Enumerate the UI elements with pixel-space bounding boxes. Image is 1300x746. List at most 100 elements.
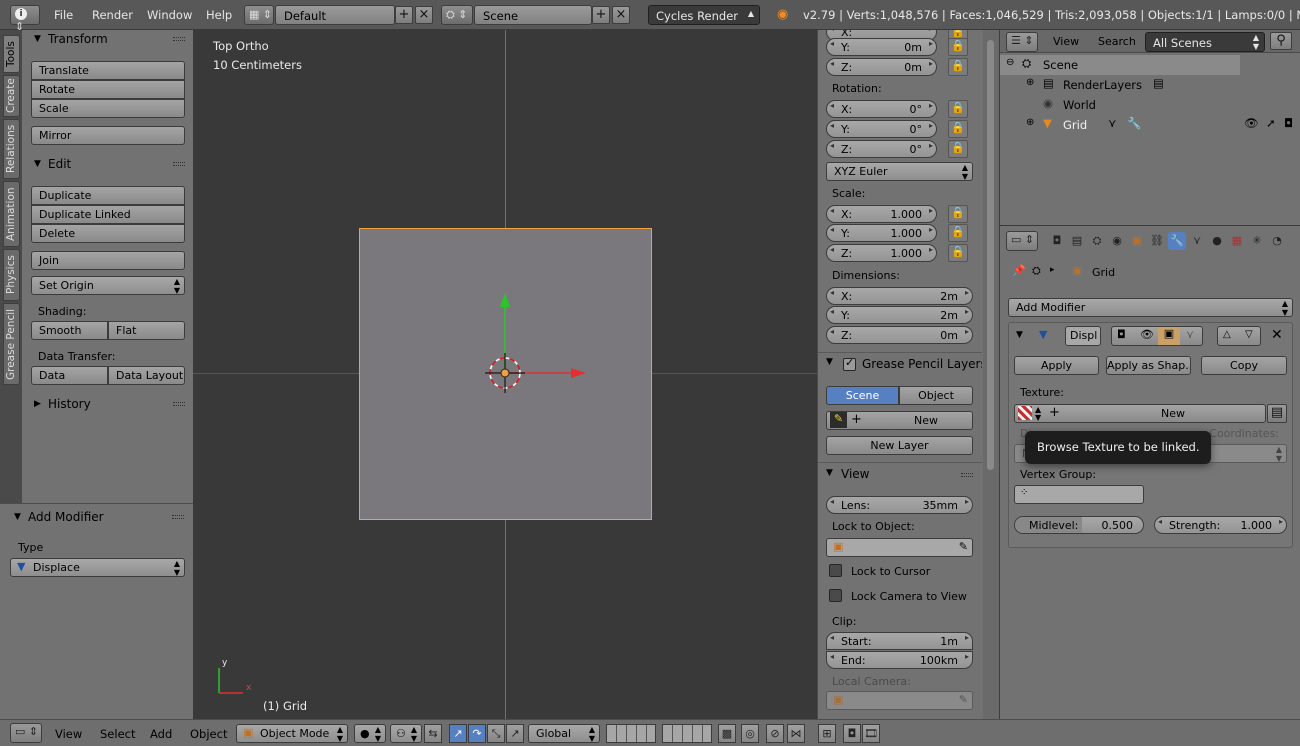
- remove-modifier-icon[interactable]: ✕: [1271, 327, 1283, 343]
- outliner-view-menu[interactable]: View: [1053, 35, 1079, 48]
- rotation-mode-dropdown[interactable]: XYZ Euler ▲ ▼: [826, 162, 973, 181]
- texture-tab-icon[interactable]: ▦: [1228, 232, 1246, 250]
- grease-pencil-checkbox[interactable]: ✓: [843, 356, 856, 371]
- outliner-row-renderlayers[interactable]: ⊕ ▤ RenderLayers ▤: [1000, 75, 1300, 95]
- mirror-button[interactable]: Mirror: [31, 126, 185, 145]
- properties-editor-type-button[interactable]: ▭ ⇕: [1006, 231, 1038, 251]
- render-tab-icon[interactable]: ◘: [1048, 232, 1066, 250]
- lock-object-field[interactable]: ▣ ✎: [826, 538, 973, 557]
- dimension-y-field[interactable]: ◂ Y: 2m ▸: [826, 306, 973, 324]
- tab-relations[interactable]: Relations: [3, 119, 20, 179]
- lock-scale-y-icon[interactable]: 🔒: [948, 224, 968, 242]
- realtime-eye-icon[interactable]: 👁: [1140, 328, 1154, 341]
- data-layout-button[interactable]: Data Layout: [108, 366, 185, 385]
- apply-as-shape-button[interactable]: Apply as Shap...: [1106, 356, 1191, 375]
- grease-pencil-scene-toggle[interactable]: Scene: [826, 386, 899, 405]
- outliner-row-world[interactable]: ◉ World: [1000, 95, 1300, 115]
- drag-grip-icon[interactable]: [173, 402, 185, 406]
- clip-start-field[interactable]: ◂ Start: 1m ▸: [826, 632, 973, 650]
- add-layout-icon[interactable]: +: [395, 6, 413, 24]
- object-tab-icon[interactable]: ▣: [1128, 232, 1146, 250]
- snap-target-icon[interactable]: ⊞: [818, 724, 836, 743]
- 3d-viewport[interactable]: Top Ortho 10 Centimeters y x (1) Grid: [193, 30, 817, 719]
- delete-button[interactable]: Delete: [31, 224, 185, 243]
- add-menu[interactable]: Add: [150, 727, 172, 741]
- editor-type-info-button[interactable]: i ⇕: [10, 5, 40, 33]
- proportional-editing-icon[interactable]: ◎: [741, 724, 759, 743]
- texture-selector[interactable]: ▲ ▼ + New: [1014, 404, 1266, 423]
- location-y-field[interactable]: ◂ Y: 0m ▸: [826, 38, 937, 56]
- shade-flat-button[interactable]: Flat: [108, 321, 185, 340]
- properties-region-scrollbar[interactable]: [983, 30, 999, 719]
- shade-smooth-button[interactable]: Smooth: [31, 321, 108, 340]
- select-menu[interactable]: Select: [100, 727, 135, 741]
- texture-browse-icon[interactable]: ▤: [1267, 404, 1287, 423]
- rotation-x-field[interactable]: ◂ X: 0° ▸: [826, 100, 937, 118]
- tab-tools[interactable]: Tools: [3, 35, 20, 73]
- scene-tab-icon[interactable]: ⛭: [1088, 232, 1106, 250]
- rotate-button[interactable]: Rotate: [31, 80, 185, 99]
- apply-button[interactable]: Apply: [1014, 356, 1099, 375]
- strength-field[interactable]: ◂ Strength: 1.000 ▸: [1154, 516, 1287, 534]
- selectable-cursor-icon[interactable]: ➚: [1266, 116, 1276, 130]
- dimension-z-field[interactable]: ◂ Z: 0m ▸: [826, 326, 973, 344]
- interaction-mode-dropdown[interactable]: ▣ Object Mode ▲ ▼: [236, 724, 348, 743]
- lock-scale-z-icon[interactable]: 🔒: [948, 244, 968, 262]
- physics-tab-icon[interactable]: ◔: [1268, 232, 1286, 250]
- lock-location-z-icon[interactable]: 🔒: [948, 58, 968, 76]
- scale-y-field[interactable]: ◂ Y: 1.000 ▸: [826, 224, 937, 242]
- translate-button[interactable]: Translate: [31, 61, 185, 80]
- opengl-render-image-icon[interactable]: ◘: [843, 724, 861, 743]
- modifiers-tab-icon[interactable]: 🔧: [1168, 232, 1186, 250]
- add-scene-icon[interactable]: +: [592, 6, 610, 24]
- snap-element-icon[interactable]: ⋈: [787, 724, 805, 743]
- scene-layers-grid-2[interactable]: [662, 724, 712, 743]
- render-engine-dropdown[interactable]: Cycles Render ▲: [648, 5, 760, 25]
- lock-rotation-x-icon[interactable]: 🔒: [948, 100, 968, 118]
- lock-rotation-z-icon[interactable]: 🔒: [948, 140, 968, 158]
- particles-tab-icon[interactable]: ✳: [1248, 232, 1266, 250]
- edit-panel-header[interactable]: ▼ Edit: [26, 156, 189, 174]
- tab-animation[interactable]: Animation: [3, 181, 20, 247]
- outliner-display-mode-dropdown[interactable]: All Scenes ▲ ▼: [1145, 32, 1265, 52]
- lock-layers-icon[interactable]: ▩: [718, 724, 736, 743]
- data-transfer-button[interactable]: Data: [31, 366, 108, 385]
- move-up-icon[interactable]: △: [1223, 329, 1231, 340]
- expand-icon[interactable]: ⊕: [1026, 77, 1034, 88]
- cage-toggle-icon[interactable]: ⋎: [1186, 328, 1194, 341]
- manipulator-toggle-icon[interactable]: ⇆: [424, 724, 442, 743]
- menu-render[interactable]: Render: [92, 8, 133, 22]
- add-modifier-dropdown[interactable]: Add Modifier ▲ ▼: [1008, 298, 1293, 317]
- duplicate-linked-button[interactable]: Duplicate Linked: [31, 205, 185, 224]
- outliner-row-grid[interactable]: ⊕ ▼ Grid ⋎ 🔧 👁 ➚ ◘: [1000, 115, 1300, 135]
- rotate-manipulator-icon[interactable]: ↷: [468, 724, 486, 743]
- mesh-data-tab-icon[interactable]: ⋎: [1188, 232, 1206, 250]
- modifier-name-field[interactable]: Displ: [1065, 326, 1101, 346]
- dimension-x-field[interactable]: ◂ X: 2m ▸: [826, 287, 973, 305]
- scene-layers-grid-1[interactable]: [606, 724, 656, 743]
- pin-icon[interactable]: 📌: [1012, 264, 1026, 277]
- expand-icon[interactable]: ⊕: [1026, 117, 1034, 128]
- remove-scene-icon[interactable]: ×: [612, 6, 630, 24]
- outliner-search-icon[interactable]: ⚲: [1270, 32, 1292, 50]
- render-camera-icon[interactable]: ◘: [1284, 116, 1293, 130]
- move-down-icon[interactable]: ▽: [1245, 329, 1253, 340]
- editmode-toggle-icon[interactable]: ▣: [1158, 327, 1180, 345]
- remove-layout-icon[interactable]: ×: [415, 6, 433, 24]
- snap-toggle-icon[interactable]: ⊘: [766, 724, 784, 743]
- editor-type-3d-button[interactable]: ▭ ⇕: [10, 723, 42, 743]
- join-button[interactable]: Join: [31, 251, 185, 270]
- lock-camera-checkbox[interactable]: [829, 589, 842, 602]
- outliner-row-scene[interactable]: ⊖ ⛭ Scene: [1000, 55, 1240, 75]
- lock-to-cursor-checkbox[interactable]: [829, 564, 842, 577]
- outliner-search-menu[interactable]: Search: [1098, 35, 1136, 48]
- modifier-type-dropdown[interactable]: ▼ Displace ▲ ▼: [10, 558, 185, 577]
- scale-button[interactable]: Scale: [31, 99, 185, 118]
- eyedropper-icon[interactable]: ✎: [959, 540, 968, 553]
- scale-z-field[interactable]: ◂ Z: 1.000 ▸: [826, 244, 937, 262]
- visibility-eye-icon[interactable]: 👁: [1244, 116, 1259, 130]
- menu-window[interactable]: Window: [147, 8, 192, 22]
- rotation-z-field[interactable]: ◂ Z: 0° ▸: [826, 140, 937, 158]
- transform-panel-header[interactable]: ▼ Transform: [26, 31, 189, 49]
- vertex-group-field[interactable]: ⁘: [1014, 485, 1144, 504]
